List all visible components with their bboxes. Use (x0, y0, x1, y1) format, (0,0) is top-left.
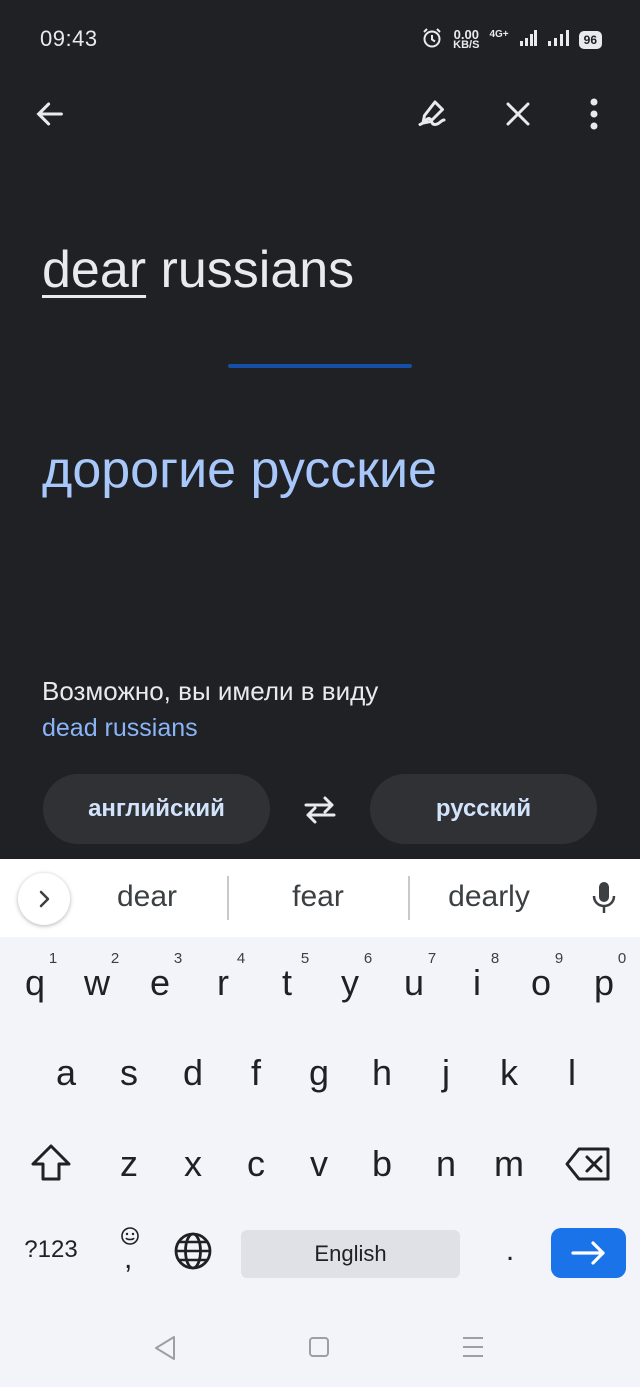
key-r[interactable]: r (195, 962, 251, 1004)
key-hint-w: 2 (110, 950, 120, 967)
key-q[interactable]: q (7, 962, 63, 1004)
key-hint-p: 0 (617, 950, 627, 967)
key-u[interactable]: u (386, 962, 442, 1004)
status-time: 09:43 (40, 26, 98, 51)
symbols-key[interactable]: ?123 (14, 1236, 88, 1264)
key-m[interactable]: m (481, 1143, 537, 1185)
handwriting-button[interactable] (412, 94, 452, 134)
signal-icon-1 (519, 29, 537, 52)
shift-icon (31, 1144, 71, 1181)
arrow-left-icon (36, 102, 63, 126)
key-hint-u: 7 (427, 950, 437, 967)
language-switch-key[interactable] (171, 1229, 215, 1273)
key-hint-o: 9 (554, 950, 564, 967)
swap-arrows-icon (304, 796, 336, 824)
battery-indicator: 96 (578, 31, 602, 49)
source-text-input[interactable]: dear russians (42, 240, 354, 300)
source-text-rest: russians (146, 241, 355, 299)
signal-icon-2 (547, 29, 569, 52)
status-bar: 09:43 0.00 KB/S 4G+ 96 (0, 0, 640, 80)
key-hint-t: 5 (300, 950, 310, 967)
back-button[interactable] (30, 94, 70, 134)
key-c[interactable]: c (228, 1143, 284, 1185)
key-hint-e: 3 (173, 950, 183, 967)
key-t[interactable]: t (259, 962, 315, 1004)
key-l[interactable]: l (544, 1052, 600, 1094)
key-v[interactable]: v (291, 1143, 347, 1185)
key-j[interactable]: j (418, 1052, 474, 1094)
source-word-underlined: dear (42, 241, 147, 299)
key-hint-i: 8 (490, 950, 500, 967)
suggestion-3[interactable]: dearly (409, 880, 569, 914)
swap-languages-button[interactable] (296, 788, 344, 832)
key-d[interactable]: d (165, 1052, 221, 1094)
more-vert-icon (590, 98, 598, 130)
space-key[interactable]: English (241, 1230, 460, 1278)
key-p[interactable]: p (576, 962, 632, 1004)
suggestion-1[interactable]: dear (67, 880, 227, 914)
target-language-button[interactable]: русский (370, 774, 597, 844)
network-type: 4G+ (489, 28, 509, 40)
key-i[interactable]: i (449, 962, 505, 1004)
net-speed-unit: KB/S (453, 39, 480, 51)
key-hint-q: 1 (48, 950, 58, 967)
key-x[interactable]: x (165, 1143, 221, 1185)
backspace-key[interactable] (564, 1142, 612, 1186)
status-icons: 0.00 KB/S 4G+ 96 (421, 26, 602, 54)
key-b[interactable]: b (354, 1143, 410, 1185)
menu-lines-icon (463, 1337, 483, 1357)
handwriting-icon (418, 100, 446, 127)
translation-output: дорогие русские (42, 441, 437, 499)
backspace-icon (565, 1147, 610, 1181)
globe-icon (174, 1232, 212, 1270)
period-key[interactable]: . (496, 1234, 524, 1268)
more-options-button[interactable] (574, 94, 614, 134)
key-a[interactable]: a (38, 1052, 94, 1094)
did-you-mean-link[interactable]: dead russians (42, 714, 198, 743)
back-nav-button[interactable] (152, 1334, 182, 1364)
microphone-icon (592, 882, 616, 913)
close-icon (506, 102, 530, 126)
key-n[interactable]: n (418, 1143, 474, 1185)
key-f[interactable]: f (228, 1052, 284, 1094)
voice-input-button[interactable] (584, 878, 624, 918)
comma-label: , (124, 1242, 133, 1275)
key-hint-y: 6 (363, 950, 373, 967)
key-s[interactable]: s (101, 1052, 157, 1094)
key-g[interactable]: g (291, 1052, 347, 1094)
key-y[interactable]: y (322, 962, 378, 1004)
suggestion-2[interactable]: fear (238, 880, 398, 914)
emoji-comma-key[interactable]: , (112, 1222, 148, 1275)
section-divider (228, 364, 412, 368)
square-home-icon (309, 1337, 329, 1357)
key-h[interactable]: h (354, 1052, 410, 1094)
triangle-back-icon (155, 1336, 175, 1360)
did-you-mean-label: Возможно, вы имели в виду (42, 676, 379, 706)
enter-key[interactable] (551, 1228, 626, 1278)
net-speed: 0.00 KB/S (453, 28, 480, 51)
clear-button[interactable] (498, 94, 538, 134)
alarm-icon (421, 27, 443, 54)
key-hint-r: 4 (236, 950, 246, 967)
suggestion-separator (227, 876, 229, 920)
key-o[interactable]: o (513, 962, 569, 1004)
key-w[interactable]: w (69, 962, 125, 1004)
shift-key[interactable] (28, 1140, 74, 1186)
recents-nav-button[interactable] (460, 1334, 490, 1364)
key-z[interactable]: z (101, 1143, 157, 1185)
expand-toolbar-button[interactable] (18, 873, 70, 925)
chevron-right-icon (39, 890, 50, 908)
source-language-button[interactable]: английский (43, 774, 270, 844)
keyboard (0, 859, 640, 1387)
arrow-right-icon (570, 1241, 605, 1265)
key-k[interactable]: k (481, 1052, 537, 1094)
home-nav-button[interactable] (306, 1334, 336, 1364)
key-e[interactable]: e (132, 962, 188, 1004)
